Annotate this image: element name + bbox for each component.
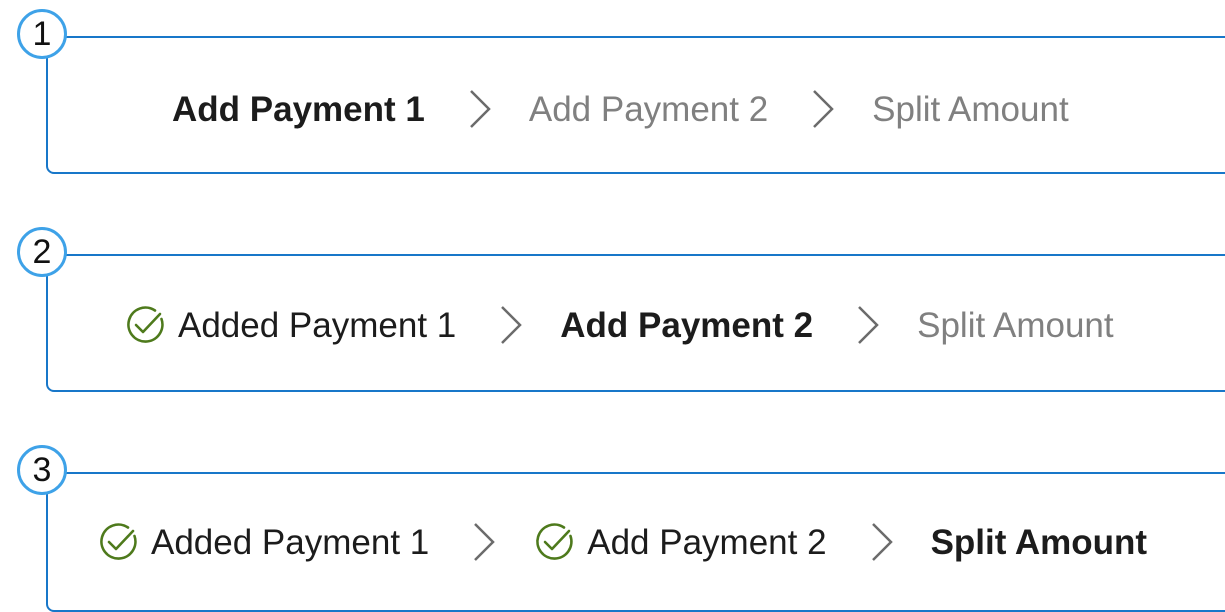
panel-number-marker: 3: [17, 445, 67, 495]
step-panel-1: 1 Add Payment 1 Add Payment 2 Split Amou…: [0, 0, 1225, 180]
breadcrumb: Add Payment 1 Add Payment 2 Split Amount: [0, 79, 1225, 139]
check-circle-icon: [100, 523, 137, 560]
chevron-right-icon: [871, 523, 893, 561]
breadcrumb-step-add-payment-2[interactable]: Add Payment 2: [533, 520, 827, 564]
breadcrumb: Added Payment 1 Add Payment 2 Split Amou…: [0, 295, 1225, 355]
panel-number-marker: 2: [17, 227, 67, 277]
step-label: Added Payment 1: [151, 522, 430, 562]
step-label: Added Payment 1: [178, 305, 457, 345]
step-panel-2: 2 Added Payment 1 Add Payment 2 Split Am…: [0, 218, 1225, 398]
step-label: Split Amount: [930, 522, 1148, 562]
chevron-right-icon: [501, 306, 523, 344]
step-label: Add Payment 1: [172, 89, 425, 129]
step-label: Split Amount: [872, 89, 1069, 129]
step-label: Split Amount: [917, 305, 1114, 345]
check-circle-icon: [536, 523, 573, 560]
chevron-right-icon: [813, 90, 834, 128]
breadcrumb-step-add-payment-2[interactable]: Add Payment 2: [529, 92, 768, 127]
chevron-right-icon: [469, 90, 491, 128]
breadcrumb-step-add-payment-2[interactable]: Add Payment 2: [560, 308, 813, 343]
chevron-right-icon: [858, 306, 879, 344]
step-label: Add Payment 2: [560, 305, 814, 345]
panel-number-marker: 1: [17, 9, 67, 59]
step-label: Add Payment 2: [587, 522, 827, 562]
breadcrumb-step-added-payment-1[interactable]: Added Payment 1: [97, 520, 429, 564]
breadcrumb-step-split-amount[interactable]: Split Amount: [917, 308, 1114, 343]
breadcrumb-step-split-amount[interactable]: Split Amount: [872, 92, 1069, 127]
chevron-right-icon: [474, 523, 496, 561]
breadcrumb-step-added-payment-1[interactable]: Added Payment 1: [124, 303, 456, 347]
check-circle-icon: [127, 306, 164, 343]
step-panel-3: 3 Added Payment 1 Add Payment 2 Split Am…: [0, 436, 1225, 612]
breadcrumb: Added Payment 1 Add Payment 2 Split Amou…: [0, 512, 1225, 572]
step-label: Add Payment 2: [528, 89, 769, 129]
breadcrumb-step-add-payment-1[interactable]: Add Payment 1: [172, 92, 425, 127]
breadcrumb-step-split-amount[interactable]: Split Amount: [931, 525, 1147, 560]
